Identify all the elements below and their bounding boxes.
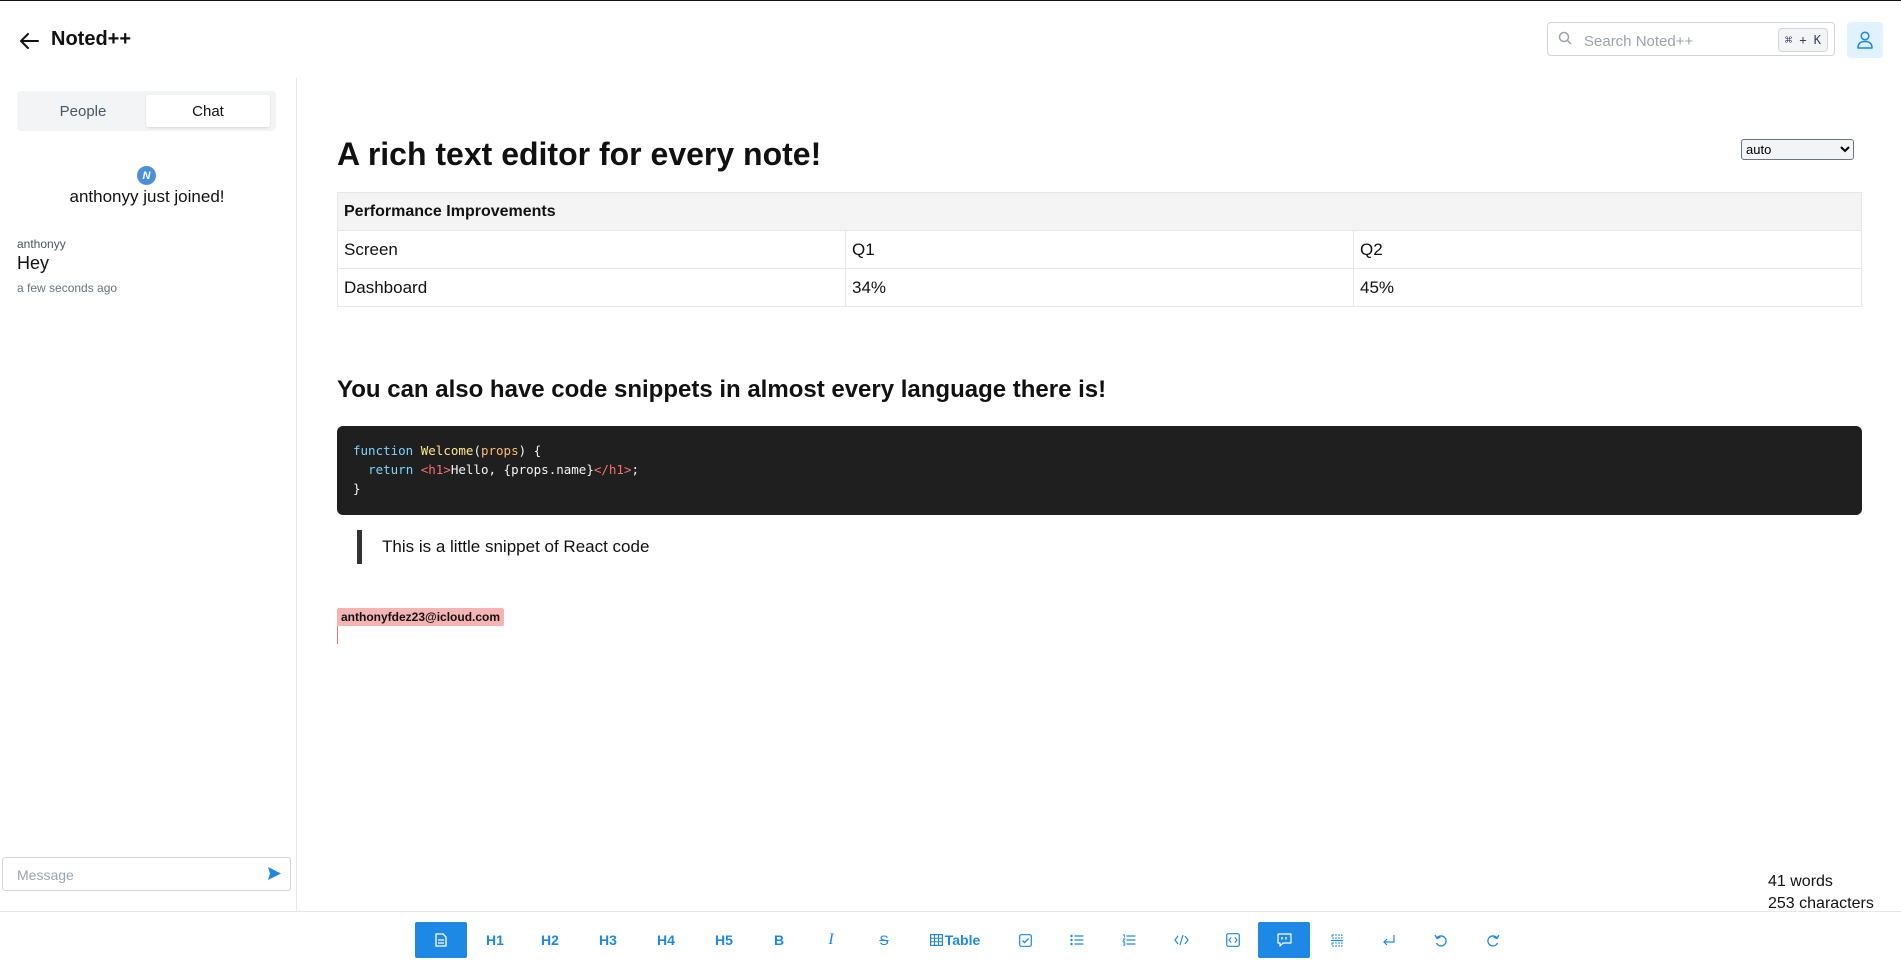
sidebar-tabs: People Chat — [17, 91, 276, 131]
tab-chat[interactable]: Chat — [146, 95, 270, 127]
italic-button[interactable]: I — [811, 922, 851, 958]
table-cell[interactable]: Screen — [337, 230, 846, 269]
undo-icon — [1434, 934, 1447, 947]
ordered-list-button[interactable] — [1109, 922, 1149, 958]
message-timestamp: a few seconds ago — [17, 281, 118, 295]
table-header-row: Performance Improvements — [337, 192, 1862, 231]
header: Noted++ ⌘ + K — [0, 1, 1901, 77]
search-icon — [1558, 31, 1572, 45]
code-text: Hello, {props.name} — [450, 462, 594, 477]
document-title[interactable]: A rich text editor for every note! — [337, 136, 821, 173]
sidebar: People Chat N anthonyy just joined! anth… — [0, 78, 297, 911]
arrow-left-icon — [20, 33, 39, 49]
editor-area: auto A rich text editor for every note! … — [297, 78, 1901, 911]
table-row: Screen Q1 Q2 — [337, 230, 1862, 269]
code-tag: <h1> — [420, 462, 451, 477]
performance-table[interactable]: Performance Improvements Screen Q1 Q2 Da… — [337, 192, 1862, 307]
table-icon — [929, 934, 943, 946]
table-button-label: Table — [944, 932, 981, 948]
section-heading[interactable]: You can also have code snippets in almos… — [337, 376, 1106, 404]
task-list-button[interactable] — [1005, 922, 1045, 958]
redo-button[interactable] — [1473, 922, 1513, 958]
paragraph-icon — [435, 933, 447, 947]
blockquote-button[interactable] — [1258, 922, 1310, 958]
message-box — [2, 857, 291, 891]
hard-break-button[interactable] — [1369, 922, 1409, 958]
search-shortcut: ⌘ + K — [1777, 28, 1828, 52]
heading4-button[interactable]: H4 — [646, 922, 686, 958]
blockquote[interactable]: This is a little snippet of React code — [357, 530, 649, 564]
heading2-button[interactable]: H2 — [530, 922, 570, 958]
code-block-button[interactable] — [1213, 922, 1253, 958]
back-button[interactable] — [16, 28, 42, 54]
heading5-button[interactable]: H5 — [704, 922, 744, 958]
user-account-button[interactable] — [1847, 22, 1883, 58]
bullet-list-icon — [1070, 934, 1084, 946]
send-icon — [268, 867, 281, 880]
avatar: N — [137, 166, 156, 185]
inline-code-button[interactable] — [1161, 922, 1201, 958]
language-select[interactable]: auto — [1741, 139, 1854, 160]
code-keyword: return — [368, 462, 414, 477]
table-cell[interactable]: Dashboard — [337, 268, 846, 307]
table-button[interactable]: Table — [926, 922, 984, 958]
word-count: 41 words — [1768, 873, 1833, 890]
message-author: anthonyy — [17, 237, 66, 251]
code-block-icon — [1226, 933, 1240, 947]
table-header-cell[interactable]: Performance Improvements — [337, 192, 1862, 231]
search-input[interactable] — [1582, 29, 1776, 53]
bullet-list-button[interactable] — [1057, 922, 1097, 958]
strikethrough-button[interactable]: S — [864, 922, 904, 958]
formatting-toolbar: H1 H2 H3 H4 H5 B I S Table — [0, 911, 1901, 968]
message-input[interactable] — [15, 864, 259, 886]
code-line: } — [353, 481, 361, 496]
code-icon — [1173, 934, 1189, 946]
document-stats: 41 words 253 characters — [1768, 871, 1874, 915]
quote-icon — [1276, 933, 1292, 947]
join-notification: anthonyy just joined! — [69, 187, 225, 206]
table-cell[interactable]: 45% — [1353, 268, 1862, 307]
horizontal-rule-icon — [1331, 934, 1343, 946]
app-title: Noted++ — [51, 28, 132, 50]
table-cell[interactable]: 34% — [845, 268, 1354, 307]
message-text: Hey — [17, 253, 50, 273]
checkbox-icon — [1018, 933, 1032, 947]
send-button[interactable] — [267, 866, 282, 886]
table-cell[interactable]: Q1 — [845, 230, 1354, 269]
undo-button[interactable] — [1421, 922, 1461, 958]
table-row: Dashboard 34% 45% — [337, 268, 1862, 307]
search-box[interactable]: ⌘ + K — [1547, 22, 1835, 56]
paragraph-button[interactable] — [415, 922, 467, 958]
user-icon — [1857, 31, 1873, 49]
bold-button[interactable]: B — [759, 922, 799, 958]
redo-icon — [1487, 934, 1500, 947]
collaborator-caret — [337, 626, 338, 644]
horizontal-rule-button[interactable] — [1317, 922, 1357, 958]
code-param: props — [480, 443, 519, 458]
heading1-button[interactable]: H1 — [475, 922, 515, 958]
tab-people[interactable]: People — [21, 95, 145, 127]
code-block[interactable]: function Welcome(props) { return <h1>Hel… — [337, 426, 1862, 515]
line-break-icon — [1383, 935, 1395, 946]
ordered-list-icon — [1122, 934, 1136, 946]
code-tag: </h1> — [593, 462, 632, 477]
heading3-button[interactable]: H3 — [588, 922, 628, 958]
table-cell[interactable]: Q2 — [1353, 230, 1862, 269]
code-keyword: function — [353, 443, 414, 458]
collaborator-cursor-label: anthonyfdez23@icloud.com — [337, 608, 505, 626]
code-function-name: Welcome — [420, 443, 474, 458]
